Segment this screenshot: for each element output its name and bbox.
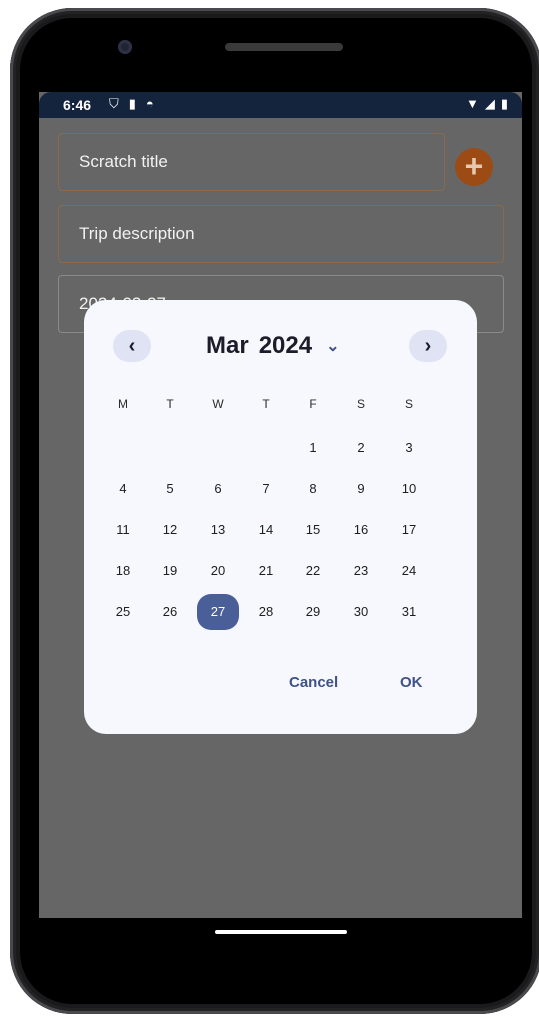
chevron-right-icon: ›: [424, 335, 432, 357]
calendar-day[interactable]: 11: [102, 512, 144, 548]
weekday-label: T: [166, 397, 174, 411]
home-gesture-handle[interactable]: [215, 930, 347, 934]
selected-day[interactable]: 27: [197, 594, 239, 630]
calendar-day[interactable]: 22: [292, 553, 334, 589]
calendar-day[interactable]: 3: [388, 430, 430, 466]
weekday-label: S: [404, 397, 413, 411]
calendar-day[interactable]: 4: [102, 471, 144, 507]
status-bar: 6:46 ⛉ ▮ ◓ ▼ ◢ ▮: [39, 92, 522, 118]
trip-description-input[interactable]: Trip description: [58, 205, 504, 263]
next-month-button[interactable]: ›: [409, 330, 447, 362]
shield-icon: ⛉: [109, 96, 119, 111]
calendar-day[interactable]: 5: [149, 471, 191, 507]
calendar-day[interactable]: 19: [149, 553, 191, 589]
weekday-label: S: [356, 397, 365, 411]
scratch-title-placeholder: Scratch title: [79, 152, 168, 171]
calendar-day[interactable]: 31: [388, 594, 430, 630]
weekday-label: W: [212, 397, 224, 411]
calendar-day[interactable]: 26: [149, 594, 191, 630]
calendar-day[interactable]: 9: [340, 471, 382, 507]
calendar-day[interactable]: 20: [197, 553, 239, 589]
earpiece-speaker: [225, 43, 343, 51]
scratch-title-input[interactable]: Scratch title: [58, 133, 445, 191]
calendar-day[interactable]: 14: [245, 512, 287, 548]
calendar-day[interactable]: 16: [340, 512, 382, 548]
chevron-left-icon: ‹: [128, 335, 136, 357]
weekday-label: T: [262, 397, 270, 411]
calendar-day[interactable]: 8: [292, 471, 334, 507]
weekday-label: F: [309, 397, 317, 411]
month-label: Mar: [206, 332, 249, 359]
calendar-day[interactable]: 28: [245, 594, 287, 630]
battery-icon: ▮: [500, 96, 508, 111]
calendar-day[interactable]: 13: [197, 512, 239, 548]
trip-description-placeholder: Trip description: [79, 224, 195, 243]
calendar-day[interactable]: 6: [197, 471, 239, 507]
previous-month-button[interactable]: ‹: [113, 330, 151, 362]
year-label: 2024: [258, 332, 313, 359]
calendar-day[interactable]: 30: [340, 594, 382, 630]
calendar-day[interactable]: 2: [340, 430, 382, 466]
front-camera: [118, 40, 132, 54]
status-icons-left: ⛉ ▮ ◓: [109, 96, 154, 112]
app-icon: ◓: [145, 96, 154, 111]
calendar-day[interactable]: 10: [388, 471, 430, 507]
calendar-day[interactable]: 18: [102, 553, 144, 589]
date-picker-dialog: ‹ Mar 2024 ⌄ › MTWTFSS 1 2 3 4 5 6 7 8 9 10 11 12 13…: [84, 300, 477, 734]
calendar-day[interactable]: 29: [292, 594, 334, 630]
calendar-day[interactable]: 15: [292, 512, 334, 548]
calendar-day[interactable]: 7: [245, 471, 287, 507]
calendar-day[interactable]: 23: [340, 553, 382, 589]
status-icons-right: ▼ ◢ ▮: [466, 96, 508, 112]
navigation-bar: [39, 918, 522, 978]
ok-button[interactable]: OK: [400, 674, 423, 691]
sd-card-icon: ▮: [128, 96, 136, 111]
month-year-selector[interactable]: Mar 2024 ⌄: [206, 332, 339, 360]
calendar-day[interactable]: 1: [292, 430, 334, 466]
status-time: 6:46: [63, 97, 92, 113]
calendar-day[interactable]: 24: [388, 553, 430, 589]
signal-icon: ◢: [484, 96, 495, 111]
cancel-button[interactable]: Cancel: [289, 674, 338, 691]
calendar-day[interactable]: 25: [102, 594, 144, 630]
add-button[interactable]: +: [455, 148, 493, 186]
calendar-day[interactable]: 12: [149, 512, 191, 548]
chevron-down-icon: ⌄: [326, 338, 340, 355]
wifi-icon: ▼: [465, 96, 479, 111]
calendar-day[interactable]: 17: [388, 512, 430, 548]
calendar-day[interactable]: 21: [245, 553, 287, 589]
weekday-label: M: [118, 397, 128, 411]
